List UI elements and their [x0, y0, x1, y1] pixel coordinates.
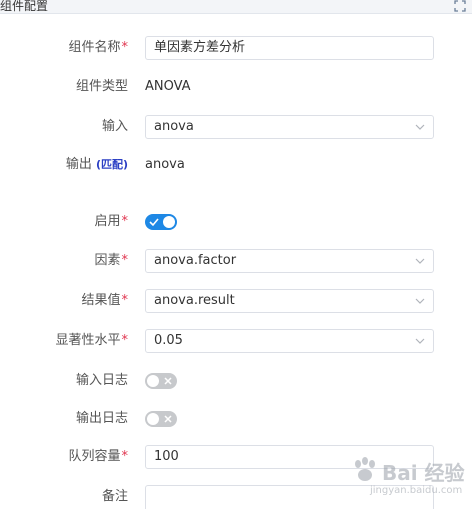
factor-select-value: anova.factor	[154, 253, 237, 268]
form-row-enabled: 启用*	[0, 210, 472, 234]
output-value: anova	[145, 157, 185, 172]
result-select-value: anova.result	[154, 293, 235, 308]
input-label: 输入	[101, 119, 128, 134]
form-row-type: 组件类型 ANOVA	[0, 75, 472, 99]
factor-label: 因素*	[94, 253, 128, 268]
output-label: 输出 (匹配)	[65, 157, 128, 172]
form-row-result: 结果值* anova.result	[0, 289, 472, 313]
chevron-down-icon	[415, 298, 425, 304]
toggle-knob	[147, 375, 159, 387]
name-input[interactable]: 单因素方差分析	[145, 36, 434, 60]
factor-select[interactable]: anova.factor	[145, 249, 434, 273]
result-label: 结果值*	[81, 293, 128, 308]
form-row-output: 输出 (匹配) anova	[0, 153, 472, 177]
cross-icon	[164, 377, 172, 385]
expand-icon[interactable]	[454, 0, 466, 12]
chevron-down-icon	[415, 258, 425, 264]
input-select-value: anova	[154, 119, 194, 134]
name-label: 组件名称*	[68, 40, 128, 55]
input-log-toggle[interactable]	[145, 373, 177, 389]
baidu-watermark: Bai 经验 jingyan.baidu.com	[346, 455, 466, 503]
watermark-url: jingyan.baidu.com	[370, 485, 463, 496]
output-log-label: 输出日志	[75, 411, 128, 426]
significance-label: 显著性水平*	[55, 333, 128, 348]
form-row-name: 组件名称* 单因素方差分析	[0, 36, 472, 60]
form-row-significance: 显著性水平* 0.05	[0, 329, 472, 353]
cross-icon	[164, 415, 172, 423]
significance-select-value: 0.05	[154, 333, 183, 348]
type-value: ANOVA	[145, 79, 191, 94]
input-log-label: 输入日志	[75, 373, 128, 388]
watermark-text: Bai 经验	[382, 461, 465, 485]
toggle-knob	[163, 216, 175, 228]
form-row-input: 输入 anova	[0, 115, 472, 139]
panel-header: 组件配置	[0, 0, 472, 14]
chevron-down-icon	[415, 124, 425, 130]
match-tag: (匹配)	[95, 158, 128, 171]
form-row-input-log: 输入日志	[0, 369, 472, 393]
form-row-factor: 因素* anova.factor	[0, 249, 472, 273]
enabled-label: 启用*	[94, 214, 128, 229]
toggle-knob	[147, 413, 159, 425]
result-select[interactable]: anova.result	[145, 289, 434, 313]
input-select[interactable]: anova	[145, 115, 434, 139]
significance-select[interactable]: 0.05	[145, 329, 434, 353]
paw-icon	[355, 457, 375, 481]
queue-capacity-label: 队列容量*	[68, 449, 128, 464]
output-log-toggle[interactable]	[145, 411, 177, 427]
chevron-down-icon	[415, 338, 425, 344]
panel-title: 组件配置	[0, 0, 49, 13]
form-row-output-log: 输出日志	[0, 407, 472, 431]
notes-label: 备注	[101, 489, 128, 504]
enabled-toggle[interactable]	[145, 214, 177, 230]
check-icon	[149, 218, 159, 227]
type-label: 组件类型	[75, 79, 128, 94]
